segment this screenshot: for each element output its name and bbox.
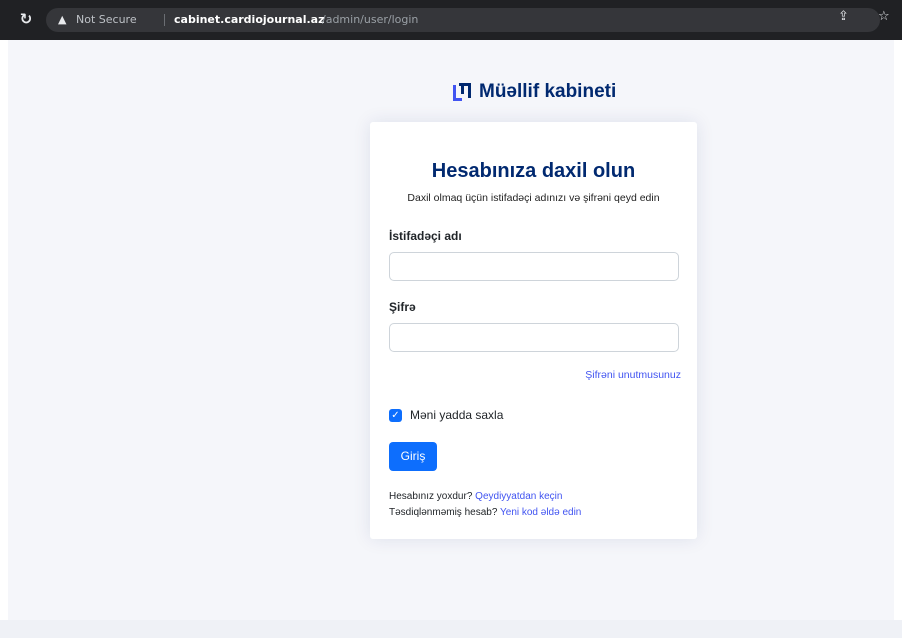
new-code-link[interactable]: Yeni kod əldə edin	[500, 507, 581, 518]
password-label: Şifrə	[389, 300, 416, 314]
bookmark-star-icon[interactable]: ☆	[878, 10, 892, 24]
resend-code-line: Təsdiqlənməmiş hesab? Yeni kod əldə edin	[389, 507, 581, 518]
login-subtitle: Daxil olmaq üçün istifadəçi adınızı və ş…	[407, 192, 660, 204]
forgot-password-link[interactable]: Şifrəni unutmusunuz	[585, 369, 681, 381]
unverified-prompt: Təsdiqlənməmiş hesab?	[389, 507, 498, 518]
username-label: İstifadəçi adı	[389, 229, 462, 243]
footer-strip	[0, 620, 902, 638]
register-link[interactable]: Qeydiyyatdan keçin	[475, 491, 562, 502]
remember-me-checkbox[interactable]: ✓	[389, 408, 402, 422]
login-title: Hesabınıza daxil olun	[431, 160, 636, 182]
address-separator	[164, 14, 165, 26]
browser-toolbar: ↻ ▲ Not Secure cabinet.cardiojournal.az …	[0, 0, 902, 40]
security-label[interactable]: Not Secure	[76, 8, 137, 32]
url-path[interactable]: /admin/user/login	[322, 8, 418, 32]
brand-logo-icon	[453, 83, 471, 101]
url-host[interactable]: cabinet.cardiojournal.az	[174, 8, 325, 32]
password-input[interactable]	[389, 323, 679, 352]
username-input[interactable]	[389, 252, 679, 281]
login-button[interactable]: Giriş	[389, 442, 437, 471]
remember-me-row[interactable]: ✓ Məni yadda saxla	[389, 407, 503, 423]
brand-name: Müəllif kabineti	[479, 81, 617, 102]
address-bar[interactable]: ▲ Not Secure cabinet.cardiojournal.az /a…	[46, 8, 880, 32]
login-card: Hesabınıza daxil olun Daxil olmaq üçün i…	[370, 122, 697, 539]
register-prompt: Hesabınız yoxdur?	[389, 491, 473, 502]
register-line: Hesabınız yoxdur? Qeydiyyatdan keçin	[389, 491, 562, 502]
brand-header[interactable]: Müəllif kabineti	[453, 80, 616, 104]
warning-icon[interactable]: ▲	[58, 8, 66, 32]
reload-icon[interactable]: ↻	[18, 11, 34, 27]
share-icon[interactable]: ⇪	[838, 10, 852, 24]
remember-me-label[interactable]: Məni yadda saxla	[410, 408, 503, 422]
